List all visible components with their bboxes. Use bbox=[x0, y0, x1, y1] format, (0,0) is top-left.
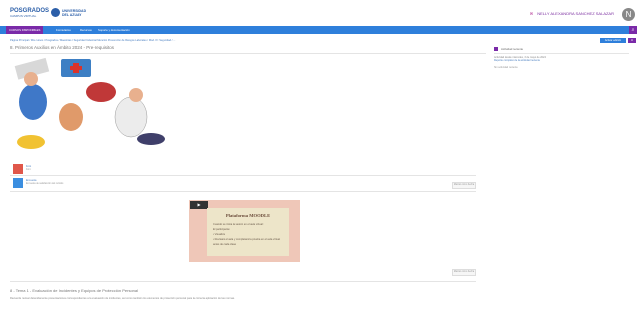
user-menu[interactable]: ✉ NELLY ALEXANDRA SANCHEZ SALAZAR bbox=[530, 11, 614, 16]
mark-done-button-1[interactable]: Marcar como hecha bbox=[452, 182, 476, 189]
nav-item-recursos[interactable]: Recursos bbox=[80, 26, 92, 34]
video-body: Cuando se inicia la sesión en el aula vi… bbox=[213, 222, 280, 247]
activity-label-survey[interactable]: Encuesta bbox=[26, 179, 36, 182]
nav-item-soporte[interactable]: Soporte y documentación bbox=[98, 26, 130, 34]
full-report-link[interactable]: Reporte completo de la actividad recient… bbox=[494, 59, 629, 62]
video-title: Plataforma MOODLE bbox=[225, 213, 271, 218]
rescuer-head-2 bbox=[129, 88, 143, 102]
first-aid-illustration bbox=[14, 57, 165, 149]
video-line-5: antes de cada clase bbox=[213, 243, 237, 246]
topic-description: Recuerde revisar detenidamente presentac… bbox=[10, 297, 235, 300]
university-seal-icon bbox=[51, 8, 60, 17]
rescuer-figure-1 bbox=[19, 84, 47, 120]
breadcrumb[interactable]: Página Principal / Mis cursos / Posgrado… bbox=[10, 39, 175, 42]
no-activity-text: Sin actividad reciente bbox=[494, 66, 518, 70]
posgrados-logo-subtext: CAMPUS VIRTUAL bbox=[10, 14, 37, 18]
forum-icon[interactable] bbox=[13, 164, 23, 174]
rescuer-head-1 bbox=[24, 72, 38, 86]
page-title: 8. Primeros Auxilios en Ámbito 2024 - Pr… bbox=[10, 45, 115, 50]
edit-mode-button[interactable]: Activar edición bbox=[600, 38, 626, 43]
main-nav: CURSOS DISPONIBLES Formularios Recursos … bbox=[0, 26, 637, 34]
header: POSGRADOS CAMPUS VIRTUAL UNIVERSIDAD DEL… bbox=[0, 0, 637, 26]
activity-label-forum[interactable]: Foro bbox=[26, 165, 31, 168]
university-logo-line2: DEL AZUAY bbox=[62, 13, 82, 17]
university-logo[interactable]: UNIVERSIDAD DEL AZUAY bbox=[51, 7, 89, 19]
messages-icon[interactable]: ✉ bbox=[530, 11, 533, 16]
recent-activity-block: Actividad reciente Actividad desde miérc… bbox=[494, 47, 629, 69]
rescuer-figure-2 bbox=[114, 96, 148, 138]
title-divider bbox=[10, 53, 486, 54]
section-divider bbox=[10, 281, 476, 282]
university-logo-text: UNIVERSIDAD DEL AZUAY bbox=[62, 9, 86, 17]
activity-divider-2 bbox=[10, 191, 476, 192]
posgrados-logo[interactable]: POSGRADOS CAMPUS VIRTUAL bbox=[10, 8, 49, 19]
video-embed[interactable]: ▶ Plataforma MOODLE Cuando se inicia la … bbox=[189, 200, 300, 262]
avatar[interactable]: N bbox=[622, 8, 635, 21]
patient-figure-2 bbox=[86, 82, 116, 102]
nav-item-cursos[interactable]: CURSOS DISPONIBLES bbox=[6, 26, 44, 34]
activity-divider-1 bbox=[10, 175, 476, 176]
activity-icon bbox=[494, 47, 498, 52]
mark-done-button-2[interactable]: Marcar como hecha bbox=[452, 269, 476, 276]
nav-item-formularios[interactable]: Formularios bbox=[56, 26, 71, 34]
patient-figure-3 bbox=[137, 133, 165, 145]
recent-activity-title: Actividad reciente bbox=[501, 47, 524, 51]
red-cross-horizontal bbox=[70, 66, 82, 70]
activity-sub-survey: Encuesta de satisfacción del módulo bbox=[26, 183, 64, 185]
recent-activity-heading: Actividad reciente bbox=[494, 47, 629, 55]
topic-title: 8 - Tema 1 - Evaluación de Incidentes y … bbox=[10, 288, 138, 293]
user-name[interactable]: NELLY ALEXANDRA SANCHEZ SALAZAR bbox=[537, 11, 614, 16]
helper-figure bbox=[59, 103, 83, 131]
search-icon[interactable]: ⌕ bbox=[629, 26, 637, 34]
activity-sub-forum: Foro bbox=[26, 169, 31, 171]
patient-figure-1 bbox=[17, 135, 45, 149]
play-icon[interactable]: ▶ bbox=[190, 201, 208, 209]
video-slide: Plataforma MOODLE Cuando se inicia la se… bbox=[207, 208, 289, 256]
survey-icon[interactable] bbox=[13, 178, 23, 188]
settings-icon[interactable]: ⚙ bbox=[628, 38, 636, 43]
